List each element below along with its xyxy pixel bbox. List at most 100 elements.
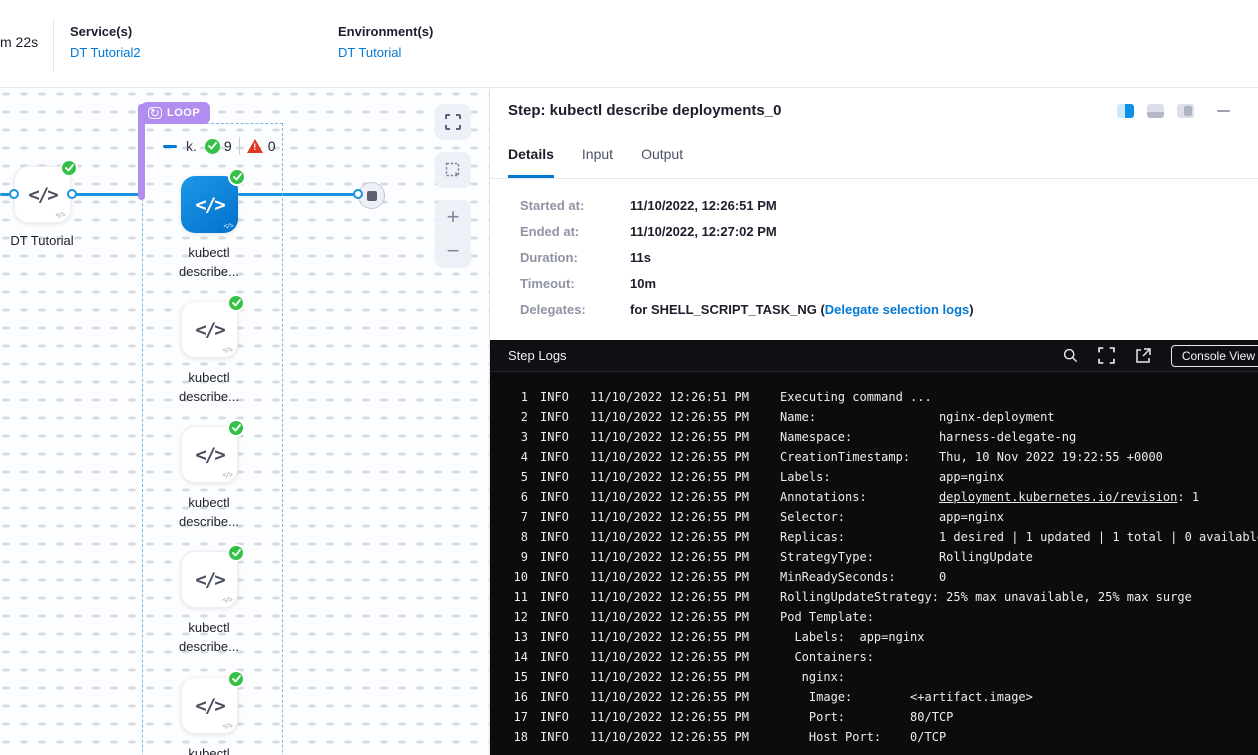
- log-line: 8INFO11/10/2022 12:26:55 PMReplicas: 1 d…: [490, 527, 1258, 547]
- log-line-number: 14: [490, 647, 528, 667]
- log-level: INFO: [540, 727, 578, 747]
- layout-bottom-view-icon[interactable]: [1147, 104, 1164, 118]
- log-timestamp: 11/10/2022 12:26:55 PM: [590, 727, 768, 747]
- start-node-out-port[interactable]: [67, 189, 77, 199]
- detail-value: 10m: [630, 276, 656, 291]
- tab-details[interactable]: Details: [508, 146, 554, 178]
- log-line-number: 3: [490, 427, 528, 447]
- log-line-number: 1: [490, 387, 528, 407]
- step-logs-tools: Console View: [1063, 345, 1258, 367]
- log-line: 18INFO11/10/2022 12:26:55 PM Host Port: …: [490, 727, 1258, 747]
- log-level: INFO: [540, 547, 578, 567]
- log-level: INFO: [540, 487, 578, 507]
- tab-input[interactable]: Input: [582, 146, 613, 178]
- log-line-number: 8: [490, 527, 528, 547]
- success-check-icon: [228, 168, 246, 186]
- zoom-in-button[interactable]: +: [447, 207, 460, 227]
- mini-code-icon: </>: [222, 346, 232, 354]
- detail-row-delegates: Delegates:for SHELL_SCRIPT_TASK_NG (Dele…: [520, 302, 974, 317]
- console-view-button[interactable]: Console View: [1171, 345, 1258, 367]
- log-line-number: 4: [490, 447, 528, 467]
- execution-summary-bar: m 22s Service(s) DT Tutorial2 Environmen…: [0, 0, 1258, 88]
- log-timestamp: 11/10/2022 12:26:55 PM: [590, 507, 768, 527]
- environments-label: Environment(s): [338, 24, 433, 39]
- log-line-number: 15: [490, 667, 528, 687]
- mini-code-icon: </>: [222, 471, 232, 479]
- log-line: 5INFO11/10/2022 12:26:55 PMLabels: app=n…: [490, 467, 1258, 487]
- step-node-kubectl-describe[interactable]: </></>: [181, 176, 238, 233]
- detail-row: Duration:11s: [520, 250, 974, 265]
- start-node-in-port[interactable]: [9, 189, 19, 199]
- success-check-icon: [227, 294, 245, 312]
- end-node-in-port[interactable]: [353, 189, 363, 199]
- detail-row: Timeout:10m: [520, 276, 974, 291]
- open-logs-new-tab-icon[interactable]: [1135, 348, 1151, 364]
- shell-script-icon: </>: [195, 444, 223, 466]
- detail-label: Duration:: [520, 250, 630, 265]
- detail-row: Started at:11/10/2022, 12:26:51 PM: [520, 198, 974, 213]
- log-timestamp: 11/10/2022 12:26:55 PM: [590, 647, 768, 667]
- node-label: kubectldescribe...: [154, 243, 264, 281]
- marquee-select-button[interactable]: [435, 152, 471, 188]
- loop-badge[interactable]: ↻ LOOP: [141, 102, 210, 124]
- step-node-dt-tutorial[interactable]: </> </>: [14, 166, 71, 223]
- step-node-kubectl-describe[interactable]: </></>: [181, 301, 238, 358]
- layout-split-view-icon[interactable]: [1117, 104, 1134, 118]
- minimize-panel-icon[interactable]: [1217, 110, 1230, 113]
- environment-link[interactable]: DT Tutorial: [338, 45, 433, 60]
- tab-output[interactable]: Output: [641, 146, 683, 178]
- log-level: INFO: [540, 667, 578, 687]
- detail-value: 11s: [630, 250, 651, 265]
- shell-script-icon: </>: [28, 184, 56, 206]
- detail-label: Delegates:: [520, 302, 630, 317]
- log-line-number: 18: [490, 727, 528, 747]
- layout-right-view-icon[interactable]: [1177, 104, 1194, 118]
- mini-code-icon: </>: [222, 722, 232, 730]
- log-timestamp: 11/10/2022 12:26:55 PM: [590, 687, 768, 707]
- log-timestamp: 11/10/2022 12:26:55 PM: [590, 487, 768, 507]
- header-divider: [53, 18, 54, 72]
- log-annotation-link[interactable]: deployment.kubernetes.io/revision: [939, 490, 1177, 504]
- zoom-controls: + −: [435, 200, 471, 268]
- fit-to-screen-icon: [445, 114, 461, 130]
- service-link[interactable]: DT Tutorial2: [70, 45, 141, 60]
- step-node-kubectl-describe[interactable]: </> </>: [181, 426, 238, 483]
- step-node-kubectl-describe[interactable]: </></>: [181, 551, 238, 608]
- delegate-selection-logs-link[interactable]: Delegate selection logs: [825, 302, 970, 317]
- loop-stage-label: k.: [186, 138, 197, 154]
- detail-label: Ended at:: [520, 224, 630, 239]
- log-message: MinReadySeconds: 0: [780, 567, 946, 587]
- elapsed-time: m 22s: [0, 34, 38, 50]
- log-line: 2INFO11/10/2022 12:26:55 PMName: nginx-d…: [490, 407, 1258, 427]
- log-line-number: 13: [490, 627, 528, 647]
- log-line: 13INFO11/10/2022 12:26:55 PM Labels: app…: [490, 627, 1258, 647]
- log-line: 12INFO11/10/2022 12:26:55 PMPod Template…: [490, 607, 1258, 627]
- log-line-number: 6: [490, 487, 528, 507]
- log-lines[interactable]: 1INFO11/10/2022 12:26:51 PMExecuting com…: [490, 372, 1258, 747]
- collapse-loop-button[interactable]: [163, 145, 177, 148]
- detail-label: Timeout:: [520, 276, 630, 291]
- log-line-number: 16: [490, 687, 528, 707]
- zoom-out-button[interactable]: −: [447, 241, 460, 261]
- log-timestamp: 11/10/2022 12:26:55 PM: [590, 427, 768, 447]
- pipeline-canvas[interactable]: ↻ LOOP k. 9 ! 0 </> </> DT Tutorial </><…: [0, 88, 490, 755]
- log-level: INFO: [540, 567, 578, 587]
- log-line: 1INFO11/10/2022 12:26:51 PMExecuting com…: [490, 387, 1258, 407]
- success-count-icon: [205, 139, 220, 154]
- log-line: 7INFO11/10/2022 12:26:55 PMSelector: app…: [490, 507, 1258, 527]
- log-line-number: 2: [490, 407, 528, 427]
- mini-code-icon: </>: [223, 222, 233, 230]
- environments-block: Environment(s) DT Tutorial: [338, 24, 433, 60]
- panel-layout-controls: [1117, 104, 1230, 118]
- log-line-number: 10: [490, 567, 528, 587]
- fit-to-screen-button[interactable]: [435, 104, 471, 140]
- step-node-kubectl-describe[interactable]: </></>: [181, 677, 238, 734]
- search-logs-icon[interactable]: [1063, 348, 1078, 363]
- log-level: INFO: [540, 407, 578, 427]
- step-title: Step: kubectl describe deployments_0: [508, 102, 781, 119]
- step-logs-section: Step Logs Console View 1INFO11/10/2022 1…: [490, 340, 1258, 755]
- detail-value: for SHELL_SCRIPT_TASK_NG (Delegate selec…: [630, 302, 974, 317]
- fullscreen-logs-icon[interactable]: [1098, 347, 1115, 364]
- log-timestamp: 11/10/2022 12:26:55 PM: [590, 547, 768, 567]
- log-line: 15INFO11/10/2022 12:26:55 PM nginx:: [490, 667, 1258, 687]
